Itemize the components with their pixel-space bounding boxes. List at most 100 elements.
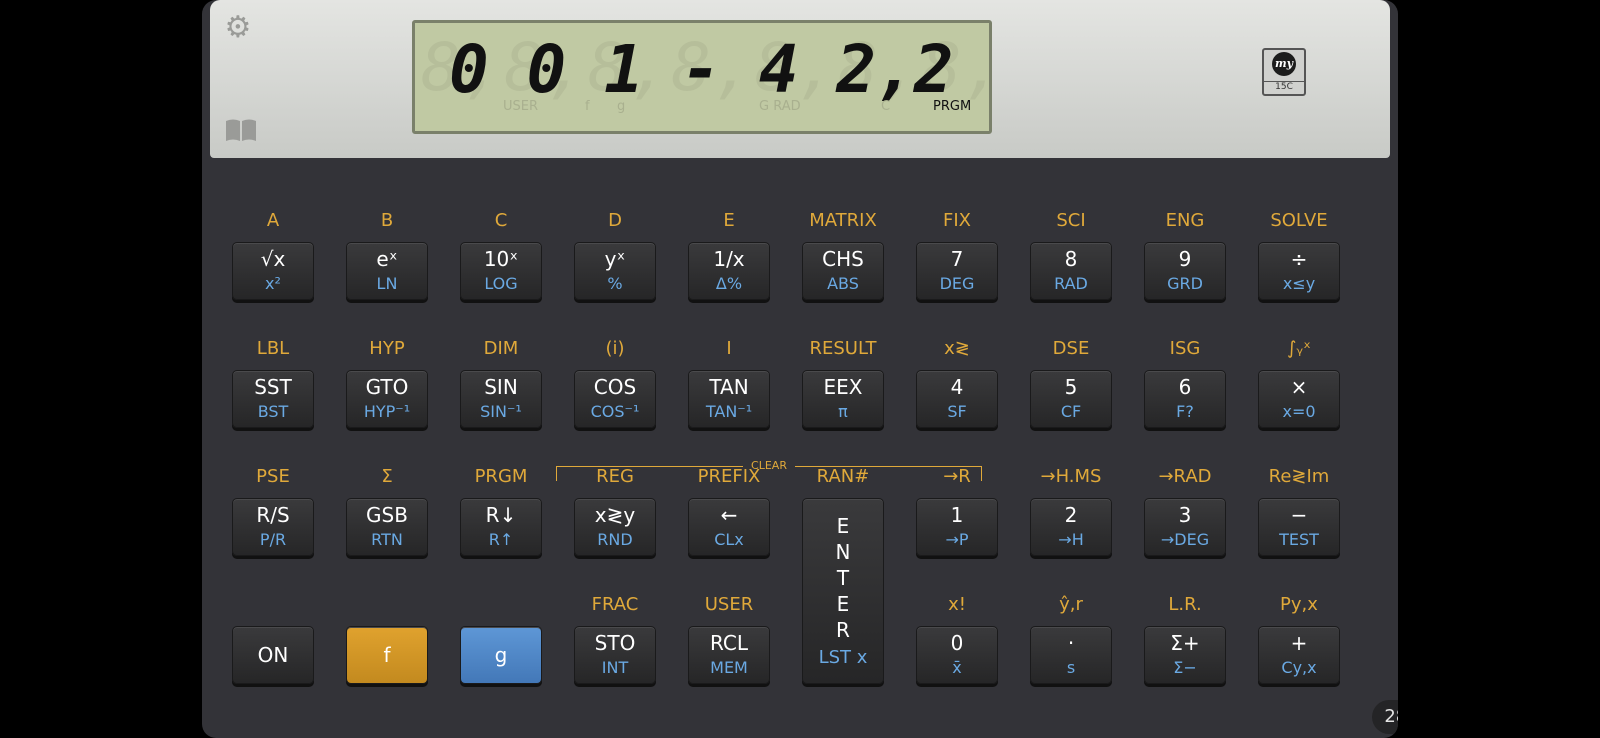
key-2[interactable]: 2 →H: [1030, 498, 1112, 556]
key-f[interactable]: f: [346, 626, 428, 684]
key-primary-label: ÷: [1290, 247, 1308, 271]
key-primary-label: 3: [1178, 503, 1192, 527]
key-3[interactable]: 3 →DEG: [1144, 498, 1226, 556]
gold-label: ENG: [1165, 210, 1205, 231]
key-primary-label: 0: [950, 631, 964, 655]
key-blue-label: SF: [947, 402, 967, 421]
key-tan[interactable]: TAN TAN⁻¹: [688, 370, 770, 428]
gold-label: C: [494, 210, 508, 231]
key-1-x[interactable]: 1/x Δ%: [688, 242, 770, 300]
gold-label: PSE: [256, 466, 290, 487]
key-blue-label: RND: [597, 530, 633, 549]
gold-label: Re≷Im: [1268, 466, 1330, 487]
key-blue-label: ABS: [827, 274, 859, 293]
key-primary-label: GSB: [366, 503, 408, 527]
key-sst[interactable]: SST BST: [232, 370, 314, 428]
key-r[interactable]: R↓ R↑: [460, 498, 542, 556]
key-primary-label: ×: [1290, 375, 1308, 399]
key-r3c9[interactable]: + Cy,x: [1258, 626, 1340, 684]
key-blue-label: TEST: [1279, 530, 1319, 549]
gear-icon[interactable]: ⚙: [222, 12, 254, 44]
manual-book-icon[interactable]: [224, 115, 258, 145]
key-blue-label: LN: [376, 274, 398, 293]
key-primary-label: R↓: [485, 503, 517, 527]
key-chs[interactable]: CHS ABS: [802, 242, 884, 300]
key-blue-label: →DEG: [1160, 530, 1210, 549]
key-r-s[interactable]: R/S P/R: [232, 498, 314, 556]
key-10[interactable]: 10ˣ LOG: [460, 242, 542, 300]
key-cos[interactable]: COS COS⁻¹: [574, 370, 656, 428]
key-g[interactable]: g: [460, 626, 542, 684]
gold-label: RESULT: [809, 338, 877, 359]
gold-label: DSE: [1052, 338, 1090, 359]
key-r1c9[interactable]: × x=0: [1258, 370, 1340, 428]
gold-label: RAN#: [816, 466, 870, 487]
key-primary-label: 8: [1064, 247, 1078, 271]
key-1[interactable]: 1 →P: [916, 498, 998, 556]
key-r2c4[interactable]: ← CLx: [688, 498, 770, 556]
gold-label: REG: [596, 466, 634, 487]
key-blue-label: x²: [265, 274, 281, 293]
key-on[interactable]: ON: [232, 626, 314, 684]
key-blue-label: x=0: [1282, 402, 1316, 421]
key-4[interactable]: 4 SF: [916, 370, 998, 428]
key-primary-label: RCL: [709, 631, 748, 655]
enter-label: E N T E R: [835, 514, 851, 642]
trial-badge[interactable]: 28 days left in trial: [1372, 700, 1398, 734]
key-0[interactable]: 0 x̄: [916, 626, 998, 684]
key-blue-label: π: [838, 402, 848, 421]
key-primary-label: x≷y: [594, 503, 636, 527]
gold-label: ∫ᵧˣ: [1286, 338, 1312, 359]
key-sto[interactable]: STO INT: [574, 626, 656, 684]
gold-label: SCI: [1056, 210, 1086, 231]
key-x-y[interactable]: x≷y RND: [574, 498, 656, 556]
key-6[interactable]: 6 F?: [1144, 370, 1226, 428]
key-rcl[interactable]: RCL MEM: [688, 626, 770, 684]
my15c-logo[interactable]: my 15C: [1262, 48, 1306, 96]
key-primary-label: SST: [254, 375, 292, 399]
key-r3c7[interactable]: · s: [1030, 626, 1112, 684]
key-primary-label: 2: [1064, 503, 1078, 527]
key-blue-label: RTN: [371, 530, 403, 549]
key-primary-label: 9: [1178, 247, 1192, 271]
key-gsb[interactable]: GSB RTN: [346, 498, 428, 556]
key-e[interactable]: eˣ LN: [346, 242, 428, 300]
key-blue-label: CLx: [714, 530, 744, 549]
gold-label: PREFIX: [697, 466, 761, 487]
gold-label: HYP: [369, 338, 405, 359]
key-gto[interactable]: GTO HYP⁻¹: [346, 370, 428, 428]
key-7[interactable]: 7 DEG: [916, 242, 998, 300]
key-primary-label: 4: [950, 375, 964, 399]
key-primary-label: SIN: [484, 375, 518, 399]
key-blue-label: s: [1066, 658, 1076, 677]
key-primary-label: 1/x: [713, 247, 745, 271]
key-eex[interactable]: EEX π: [802, 370, 884, 428]
key-8[interactable]: 8 RAD: [1030, 242, 1112, 300]
key-x[interactable]: √x x²: [232, 242, 314, 300]
key-5[interactable]: 5 CF: [1030, 370, 1112, 428]
display-panel: ⚙ 8,8,8,8,8,8,8,8,8,8,8 0 0 1 - 4 2,2 1,…: [210, 0, 1390, 158]
key-blue-label: SIN⁻¹: [480, 402, 522, 421]
key-blue-label: DEG: [939, 274, 975, 293]
gold-label: Σ: [381, 466, 393, 487]
key-9[interactable]: 9 GRD: [1144, 242, 1226, 300]
key-blue-label: HYP⁻¹: [363, 402, 411, 421]
key-enter[interactable]: E N T E R LST x: [802, 498, 884, 684]
key-blue-label: MEM: [710, 658, 748, 677]
key-r3c8[interactable]: Σ+ Σ−: [1144, 626, 1226, 684]
key-primary-label: EEX: [823, 375, 863, 399]
key-blue-label: x̄: [952, 658, 962, 677]
annunciator-g: g: [617, 99, 626, 114]
key-sin[interactable]: SIN SIN⁻¹: [460, 370, 542, 428]
logo-brand: my: [1272, 52, 1296, 76]
key-primary-label: TAN: [709, 375, 749, 399]
key-y[interactable]: yˣ%: [574, 242, 656, 300]
gold-label: L.R.: [1168, 594, 1202, 615]
gold-label: x!: [948, 594, 966, 615]
key-blue-label: Σ−: [1173, 658, 1197, 677]
key-primary-label: yˣ: [604, 247, 626, 271]
key-r0c9[interactable]: ÷ x≤y: [1258, 242, 1340, 300]
key-primary-label: eˣ: [376, 247, 398, 271]
annunciator-c: C: [881, 99, 891, 114]
key-r2c9[interactable]: − TEST: [1258, 498, 1340, 556]
